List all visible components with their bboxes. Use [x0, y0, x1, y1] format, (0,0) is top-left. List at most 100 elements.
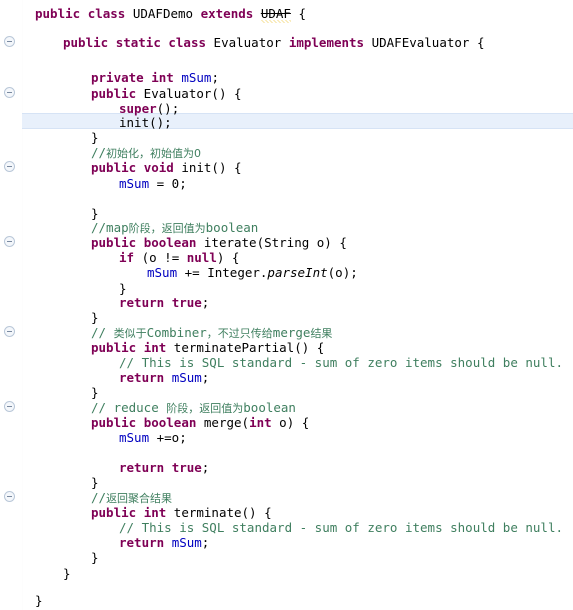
code-line[interactable]: //初始化，初始值为0: [91, 145, 201, 161]
code-token: Evaluator() {: [136, 86, 242, 101]
fold-collapse-icon[interactable]: [4, 161, 15, 172]
code-token: true: [171, 460, 202, 475]
code-line[interactable]: return mSum;: [119, 535, 209, 551]
code-token: implements: [288, 35, 365, 50]
code-token: (o);: [327, 265, 358, 280]
code-token: true: [171, 295, 202, 310]
code-token: ) {: [216, 250, 240, 265]
code-line[interactable]: public void init() {: [91, 160, 242, 176]
code-line[interactable]: }: [91, 550, 99, 566]
code-token: 初始化，初始值为0: [106, 147, 202, 160]
code-token: public: [91, 415, 137, 430]
code-token: ，不过只传给: [206, 327, 273, 340]
code-token: merge: [272, 325, 311, 340]
code-token: mSum: [119, 176, 150, 191]
code-token: }: [91, 385, 99, 400]
code-line[interactable]: public class UDAFDemo extends UDAF {: [35, 6, 306, 23]
code-line[interactable]: public Evaluator() {: [91, 86, 242, 102]
code-token: void: [143, 160, 174, 175]
code-token: class: [168, 35, 207, 50]
code-token: public: [91, 160, 137, 175]
code-token: int: [143, 505, 167, 520]
code-line[interactable]: // reduce 阶段，返回值为boolean: [91, 400, 296, 416]
code-token: ;: [211, 70, 219, 85]
code-token: 阶段，返回值为: [166, 402, 244, 415]
code-token: mSum: [147, 265, 178, 280]
code-line[interactable]: }: [35, 593, 43, 609]
code-line[interactable]: // 类似于Combiner，不过只传给merge结果: [91, 325, 332, 341]
code-token: init() {: [173, 160, 242, 175]
code-token: UDAF: [260, 6, 291, 23]
code-token: //: [91, 490, 107, 505]
code-token: }: [91, 206, 99, 221]
code-line[interactable]: // This is SQL standard - sum of zero it…: [119, 355, 563, 371]
code-token: //: [91, 325, 114, 340]
code-token: 返回聚合结果: [106, 492, 173, 505]
code-token: int: [143, 340, 167, 355]
code-token: boolean: [205, 220, 259, 235]
fold-collapse-icon[interactable]: [4, 401, 15, 412]
code-line[interactable]: }: [63, 566, 71, 582]
code-token: init();: [119, 115, 172, 130]
code-token: // reduce: [91, 400, 167, 415]
code-line[interactable]: //返回聚合结果: [91, 490, 172, 506]
code-token: public: [63, 35, 109, 50]
code-line[interactable]: public static class Evaluator implements…: [63, 35, 485, 51]
code-line[interactable]: }: [91, 475, 99, 491]
code-token: Combiner: [146, 325, 207, 340]
code-line[interactable]: public int terminatePartial() {: [91, 340, 324, 356]
code-token: 阶段，返回值为: [128, 222, 206, 235]
code-token: int: [151, 70, 174, 85]
code-token: mSum: [171, 535, 202, 550]
code-token: return: [119, 460, 165, 475]
code-line[interactable]: }: [91, 130, 99, 146]
code-token: += Integer.: [177, 265, 268, 280]
code-line[interactable]: public int terminate() {: [91, 505, 272, 521]
code-token: mSum: [181, 70, 212, 85]
code-token: 结果: [310, 327, 333, 340]
code-line[interactable]: }: [91, 385, 99, 401]
code-text-area[interactable]: public class UDAFDemo extends UDAF {publ…: [22, 0, 573, 610]
fold-collapse-icon[interactable]: [4, 326, 15, 337]
code-token: }: [91, 130, 99, 145]
code-token: public: [91, 86, 137, 101]
code-editor[interactable]: public class UDAFDemo extends UDAF {publ…: [0, 0, 573, 610]
fold-collapse-icon[interactable]: [4, 236, 15, 247]
code-line[interactable]: public boolean iterate(String o) {: [91, 235, 347, 251]
code-line[interactable]: // This is SQL standard - sum of zero it…: [119, 520, 563, 536]
code-line[interactable]: return true;: [119, 295, 209, 311]
code-line[interactable]: private int mSum;: [91, 70, 219, 86]
fold-collapse-icon[interactable]: [4, 491, 15, 502]
code-line[interactable]: mSum += Integer.parseInt(o);: [147, 265, 358, 281]
code-line[interactable]: return true;: [119, 460, 209, 476]
code-token: public: [91, 235, 137, 250]
fold-collapse-icon[interactable]: [4, 87, 15, 98]
code-line[interactable]: mSum = 0;: [119, 176, 187, 192]
fold-collapse-icon[interactable]: [4, 36, 15, 47]
code-token: public: [35, 6, 81, 21]
code-line[interactable]: //map阶段，返回值为boolean: [91, 220, 258, 236]
code-token: +=o;: [149, 430, 187, 445]
code-token: boolean: [143, 235, 197, 250]
code-token: 类似于: [113, 327, 147, 340]
code-token: terminate() {: [166, 505, 272, 520]
code-token: if: [119, 250, 135, 265]
code-token: }: [91, 475, 99, 490]
folding-gutter[interactable]: [0, 0, 23, 610]
code-line[interactable]: }: [91, 310, 99, 326]
code-line[interactable]: mSum +=o;: [119, 430, 187, 446]
code-line[interactable]: return mSum;: [119, 370, 209, 386]
code-token: ;: [201, 370, 210, 385]
code-line[interactable]: init();: [119, 115, 172, 131]
code-line[interactable]: public boolean merge(int o) {: [91, 415, 309, 431]
code-line[interactable]: if (o != null) {: [119, 250, 239, 266]
code-token: }: [91, 310, 99, 325]
code-token: UDAFDemo: [125, 6, 201, 21]
code-token: //map: [91, 220, 129, 235]
code-token: extends: [200, 6, 254, 21]
code-token: }: [119, 281, 127, 296]
